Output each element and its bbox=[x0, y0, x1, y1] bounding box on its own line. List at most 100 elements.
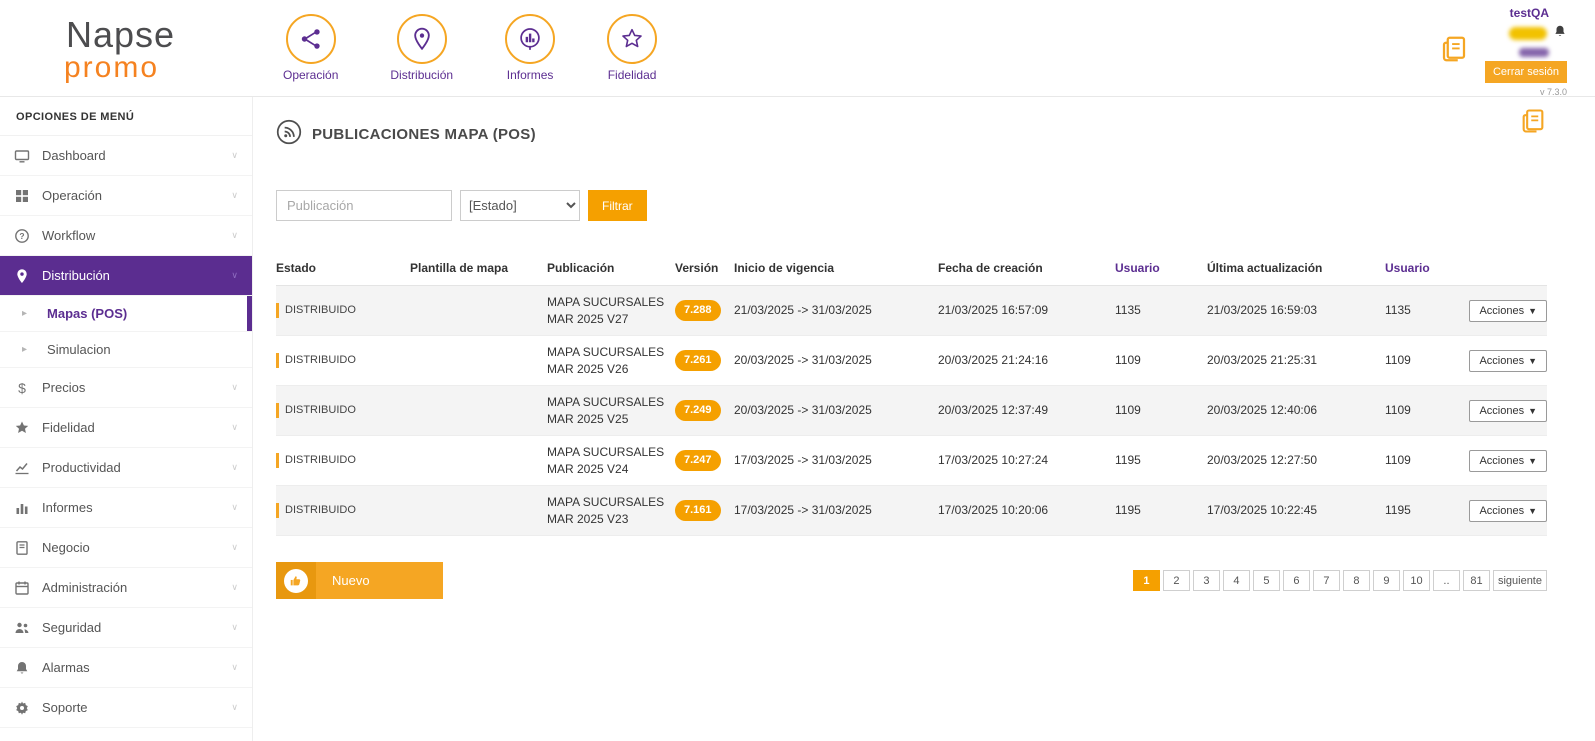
nav-item-operacion[interactable]: Operación bbox=[283, 14, 338, 82]
acciones-button[interactable]: Acciones▼ bbox=[1469, 300, 1547, 322]
nav-label: Distribución bbox=[390, 68, 453, 82]
nav-item-distribucion[interactable]: Distribución bbox=[390, 14, 453, 82]
sidebar-item-alarmas[interactable]: Alarmas ∨ bbox=[0, 648, 252, 688]
badge-row bbox=[1509, 24, 1567, 43]
thumbs-up-icon bbox=[284, 569, 308, 593]
table-header: Estado Plantilla de mapa Publicación Ver… bbox=[276, 253, 1547, 286]
page-button-5[interactable]: 5 bbox=[1253, 570, 1280, 591]
sidebar-item-seguridad[interactable]: Seguridad ∨ bbox=[0, 608, 252, 648]
actualizacion-value: 20/03/2025 12:40:06 bbox=[1207, 402, 1385, 418]
filter-row: [Estado] Filtrar bbox=[276, 190, 1547, 221]
sidebar-item-label: Distribución bbox=[42, 268, 219, 283]
book-icon bbox=[14, 540, 30, 556]
bell-icon[interactable] bbox=[1553, 24, 1567, 43]
monitor-icon bbox=[14, 148, 30, 164]
table-row: DISTRIBUIDO MAPA SUCURSALES MAR 2025 V25… bbox=[276, 386, 1547, 436]
vigencia-value: 17/03/2025 -> 31/03/2025 bbox=[734, 452, 938, 468]
sidebar-item-administracion[interactable]: Administración ∨ bbox=[0, 568, 252, 608]
nuevo-button[interactable]: Nuevo bbox=[276, 562, 443, 599]
bell-icon bbox=[14, 660, 30, 676]
sidebar-item-label: Alarmas bbox=[42, 660, 219, 675]
sidebar-item-precios[interactable]: $ Precios ∨ bbox=[0, 368, 252, 408]
page-button-4[interactable]: 4 bbox=[1223, 570, 1250, 591]
document-icon[interactable] bbox=[1519, 107, 1547, 140]
page-button-1[interactable]: 1 bbox=[1133, 570, 1160, 591]
estado-value: DISTRIBUIDO bbox=[285, 403, 356, 418]
app-header: Napse promo Operación Distribución Infor… bbox=[0, 0, 1595, 97]
sidebar-item-label: Mapas (POS) bbox=[47, 306, 238, 321]
sidebar-item-distribucion[interactable]: Distribución ∨ bbox=[0, 256, 252, 296]
chevron-down-icon: ∨ bbox=[231, 230, 238, 241]
version-badge: 7.288 bbox=[675, 300, 721, 321]
row-accent-bar bbox=[276, 303, 279, 318]
row-accent-bar bbox=[276, 403, 279, 418]
gear-icon bbox=[14, 700, 30, 716]
star-icon bbox=[14, 420, 30, 436]
page-button-10[interactable]: 10 bbox=[1403, 570, 1430, 591]
nav-item-fidelidad[interactable]: Fidelidad bbox=[607, 14, 657, 82]
creacion-value: 17/03/2025 10:20:06 bbox=[938, 502, 1115, 518]
sidebar-item-productividad[interactable]: Productividad ∨ bbox=[0, 448, 252, 488]
logo-napse: Napse bbox=[66, 17, 253, 53]
page-button-2[interactable]: 2 bbox=[1163, 570, 1190, 591]
sidebar-item-operacion[interactable]: Operación ∨ bbox=[0, 176, 252, 216]
sidebar-item-fidelidad[interactable]: Fidelidad ∨ bbox=[0, 408, 252, 448]
page-button-3[interactable]: 3 bbox=[1193, 570, 1220, 591]
acciones-button[interactable]: Acciones▼ bbox=[1469, 350, 1547, 372]
actualizacion-value: 21/03/2025 16:59:03 bbox=[1207, 302, 1385, 318]
sidebar-item-workflow[interactable]: ? Workflow ∨ bbox=[0, 216, 252, 256]
page-button-8[interactable]: 8 bbox=[1343, 570, 1370, 591]
page-button-6[interactable]: 6 bbox=[1283, 570, 1310, 591]
logout-button[interactable]: Cerrar sesión bbox=[1485, 61, 1567, 83]
sidebar-item-informes[interactable]: Informes ∨ bbox=[0, 488, 252, 528]
usuario-creacion-value: 1135 bbox=[1115, 302, 1207, 318]
chevron-down-icon: ∨ bbox=[231, 622, 238, 633]
sidebar-item-soporte[interactable]: Soporte ∨ bbox=[0, 688, 252, 728]
page-button-7[interactable]: 7 bbox=[1313, 570, 1340, 591]
user-name: testQA bbox=[1510, 6, 1549, 20]
document-icon[interactable] bbox=[1439, 34, 1469, 69]
page-button-81[interactable]: 81 bbox=[1463, 570, 1490, 591]
sidebar-item-dashboard[interactable]: Dashboard ∨ bbox=[0, 136, 252, 176]
col-usuario-actualizacion[interactable]: Usuario bbox=[1385, 253, 1472, 285]
sidebar-item-negocio[interactable]: Negocio ∨ bbox=[0, 528, 252, 568]
page-button-9[interactable]: 9 bbox=[1373, 570, 1400, 591]
acciones-button[interactable]: Acciones▼ bbox=[1469, 500, 1547, 522]
estado-value: DISTRIBUIDO bbox=[285, 453, 356, 468]
usuario-creacion-value: 1195 bbox=[1115, 452, 1207, 468]
acciones-button[interactable]: Acciones▼ bbox=[1469, 450, 1547, 472]
col-plantilla: Plantilla de mapa bbox=[410, 253, 547, 285]
page-button-siguiente[interactable]: siguiente bbox=[1493, 570, 1547, 591]
col-usuario-creacion[interactable]: Usuario bbox=[1115, 253, 1207, 285]
chevron-down-icon: ∨ bbox=[231, 502, 238, 513]
sidebar-item-label: Workflow bbox=[42, 228, 219, 243]
sidebar-item-label: Operación bbox=[42, 188, 219, 203]
actualizacion-value: 17/03/2025 10:22:45 bbox=[1207, 502, 1385, 518]
svg-text:?: ? bbox=[19, 231, 24, 241]
vigencia-value: 17/03/2025 -> 31/03/2025 bbox=[734, 502, 938, 518]
actualizacion-value: 20/03/2025 21:25:31 bbox=[1207, 352, 1385, 368]
logo-promo: promo bbox=[64, 53, 253, 83]
chevron-down-icon: ∨ bbox=[231, 190, 238, 201]
vigencia-value: 20/03/2025 -> 31/03/2025 bbox=[734, 402, 938, 418]
usuario-actualizacion-value: 1195 bbox=[1385, 502, 1472, 518]
table-row: DISTRIBUIDO MAPA SUCURSALES MAR 2025 V24… bbox=[276, 436, 1547, 486]
chevron-down-icon: ∨ bbox=[231, 662, 238, 673]
creacion-value: 20/03/2025 21:24:16 bbox=[938, 352, 1115, 368]
sidebar-item-simulacion[interactable]: ▸ Simulacion bbox=[0, 332, 252, 368]
page-button-ellipsis[interactable]: .. bbox=[1433, 570, 1460, 591]
table-row: DISTRIBUIDO MAPA SUCURSALES MAR 2025 V23… bbox=[276, 486, 1547, 536]
sidebar-item-label: Fidelidad bbox=[42, 420, 219, 435]
nav-item-informes[interactable]: Informes bbox=[505, 14, 555, 82]
estado-value: DISTRIBUIDO bbox=[285, 303, 356, 318]
acciones-button[interactable]: Acciones▼ bbox=[1469, 400, 1547, 422]
filtrar-button[interactable]: Filtrar bbox=[588, 190, 647, 221]
publicacion-input[interactable] bbox=[276, 190, 452, 221]
sidebar-item-mapas-pos[interactable]: ▸ Mapas (POS) bbox=[0, 296, 252, 332]
estado-select[interactable]: [Estado] bbox=[460, 190, 580, 221]
bar-chart-icon bbox=[14, 500, 30, 516]
sidebar-item-label: Seguridad bbox=[42, 620, 219, 635]
header-right: testQA Cerrar sesión v 7.3.0 bbox=[1439, 6, 1567, 97]
usuario-creacion-value: 1109 bbox=[1115, 402, 1207, 418]
version-badge: 7.249 bbox=[675, 400, 721, 421]
